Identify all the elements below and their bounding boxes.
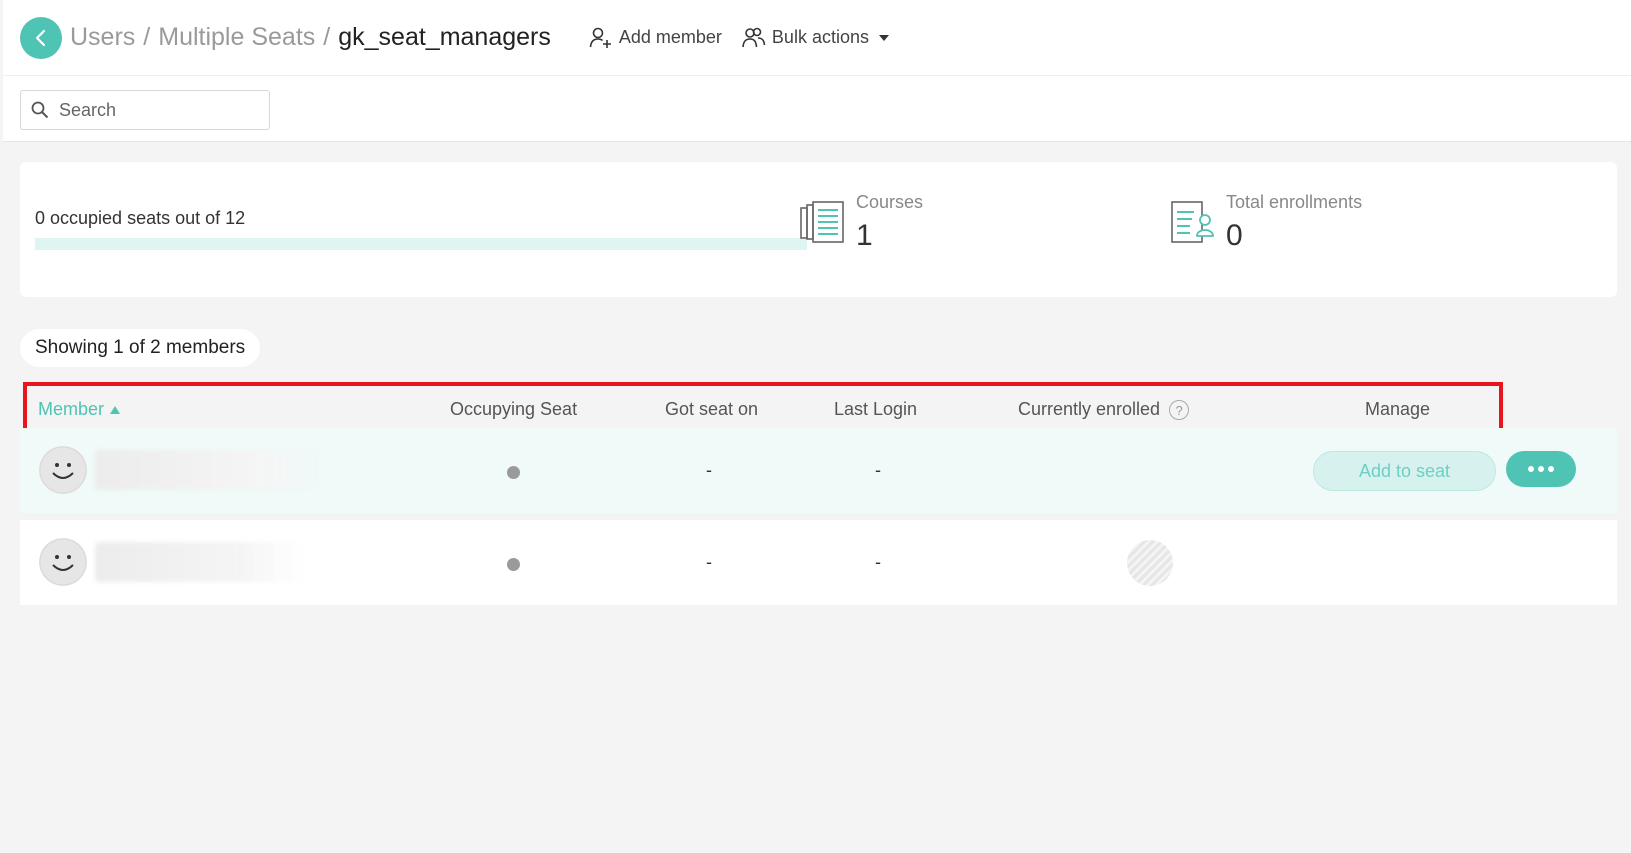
chevron-left-icon: [35, 29, 46, 46]
caret-down-icon: [878, 34, 889, 41]
table-row[interactable]: - -: [20, 520, 1617, 605]
seats-summary: 0 occupied seats out of 12: [35, 208, 246, 228]
breadcrumb: Users / Multiple Seats / gk_seat_manager…: [70, 23, 551, 52]
got-seat-on-value: -: [706, 552, 712, 572]
stats-card: 0 occupied seats out of 12 Courses 1 Tot…: [20, 162, 1617, 297]
add-member-button[interactable]: Add member: [589, 27, 722, 49]
table-row[interactable]: - - Add to seat: [20, 428, 1617, 513]
search-box[interactable]: [20, 90, 270, 130]
column-occupying-seat[interactable]: Occupying Seat: [450, 399, 577, 420]
member-name-redacted: [95, 450, 325, 490]
back-button[interactable]: [20, 16, 62, 59]
search-bar: [3, 75, 1631, 142]
sort-asc-icon: [110, 405, 121, 414]
bulk-actions-button[interactable]: Bulk actions: [742, 27, 889, 49]
top-bar: Users / Multiple Seats / gk_seat_manager…: [3, 0, 1631, 75]
more-icon[interactable]: [1506, 451, 1576, 487]
column-manage: Manage: [1365, 399, 1431, 419]
enrollments-label: Total enrollments: [1226, 192, 1363, 212]
enrolled-course-placeholder: [1127, 540, 1173, 586]
add-member-label: Add member: [618, 27, 722, 47]
search-icon: [31, 101, 49, 119]
last-login-value: -: [875, 552, 881, 572]
last-login-value: -: [875, 460, 881, 480]
members-count: Showing 1 of 2 members: [20, 329, 261, 367]
seat-status-dot: [507, 466, 520, 479]
breadcrumb-multiple-seats[interactable]: Multiple Seats: [158, 23, 315, 52]
courses-value: 1: [856, 219, 873, 252]
bulk-actions-label: Bulk actions: [771, 27, 869, 47]
column-currently-enrolled-label: Currently enrolled: [1018, 399, 1161, 419]
enrollments-value: 0: [1226, 219, 1243, 252]
column-member[interactable]: Member: [38, 399, 121, 420]
table-header: Member Occupying Seat Got seat on Last L…: [20, 385, 1617, 433]
column-last-login[interactable]: Last Login: [834, 399, 917, 420]
add-user-icon: [589, 27, 611, 48]
got-seat-on-value: -: [706, 460, 712, 480]
add-to-seat-button[interactable]: Add to seat: [1313, 451, 1496, 491]
enrollments-stat: Total enrollments 0: [1170, 192, 1362, 253]
enrollments-icon: [1171, 201, 1214, 243]
column-currently-enrolled[interactable]: Currently enrolled ?: [1018, 399, 1190, 421]
help-icon[interactable]: ?: [1169, 400, 1190, 421]
courses-label: Courses: [856, 192, 924, 212]
smiley-avatar-icon: [39, 538, 87, 586]
courses-stat: Courses 1: [800, 192, 923, 253]
column-got-seat-on[interactable]: Got seat on: [665, 399, 758, 420]
member-name-redacted: [95, 542, 305, 582]
search-input[interactable]: [59, 99, 259, 121]
breadcrumb-separator: /: [323, 23, 331, 51]
smiley-avatar-icon: [39, 446, 87, 494]
seats-progress-bar: [35, 238, 807, 250]
page-title: gk_seat_managers: [338, 23, 551, 51]
users-icon: [742, 27, 766, 47]
column-member-label: Member: [38, 399, 105, 419]
breadcrumb-users[interactable]: Users: [70, 23, 135, 52]
seat-status-dot: [507, 558, 520, 571]
breadcrumb-separator: /: [143, 23, 151, 51]
courses-icon: [800, 201, 844, 243]
